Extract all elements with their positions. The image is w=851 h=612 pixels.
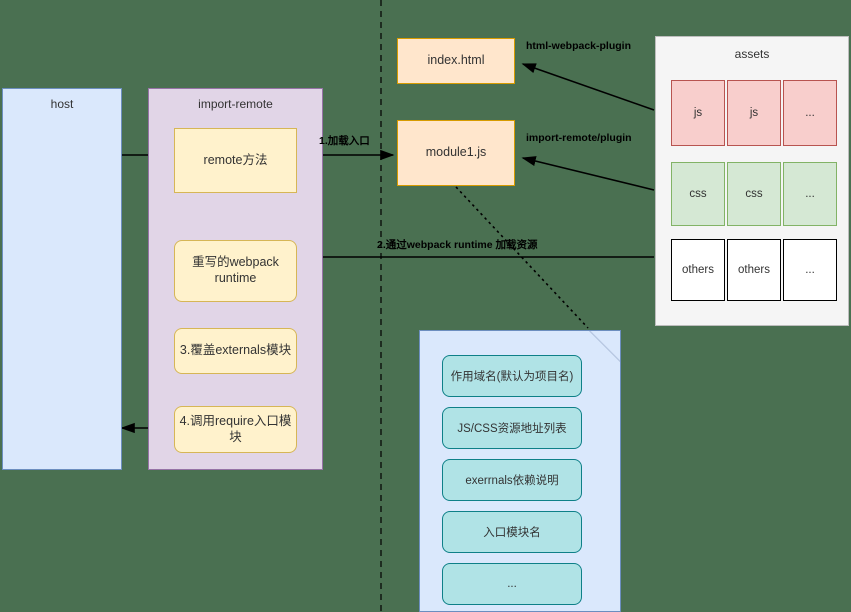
asset-tile-label: js xyxy=(693,107,703,119)
asset-tile-label: css xyxy=(689,188,707,200)
asset-tile-js-more[interactable]: ... xyxy=(783,80,837,146)
edge-assets-to-module1 xyxy=(521,156,655,191)
edge-label-import-remote-plugin: import-remote/plugin xyxy=(526,132,632,144)
node-call-require-label-line1: 4.调用require入口模 xyxy=(179,413,292,428)
node-runtime-label-line2: runtime xyxy=(214,271,257,285)
asset-tile-css-more[interactable]: ... xyxy=(783,162,837,226)
manifest-item-externals[interactable]: exerrnals依赖说明 xyxy=(442,459,582,501)
asset-tile-label: js xyxy=(749,107,759,119)
asset-tile-label: ... xyxy=(805,264,815,276)
manifest-item-label: JS/CSS资源地址列表 xyxy=(457,423,567,435)
asset-tile-css-1[interactable]: css xyxy=(671,162,725,226)
asset-tile-others-more[interactable]: ... xyxy=(783,239,837,301)
manifest-item-label: exerrnals依赖说明 xyxy=(465,475,559,487)
node-call-require-label-line2: 块 xyxy=(229,429,242,444)
edge-label-html-webpack-plugin: html-webpack-plugin xyxy=(526,40,631,52)
node-override-externals-label: 3.覆盖externals模块 xyxy=(179,343,292,358)
asset-tile-others-1[interactable]: others xyxy=(671,239,725,301)
asset-tile-label: others xyxy=(682,264,714,276)
node-remote-method[interactable]: remote方法 xyxy=(174,128,297,193)
diagram-canvas: host import-remote assets remote方法 重写的we… xyxy=(0,0,851,612)
node-override-externals[interactable]: 3.覆盖externals模块 xyxy=(174,328,297,374)
asset-tile-label: ... xyxy=(805,107,815,119)
edge-label-load-resources: 2.通过webpack runtime 加载资源 xyxy=(377,239,538,251)
manifest-document[interactable]: 作用域名(默认为项目名) JS/CSS资源地址列表 exerrnals依赖说明 … xyxy=(419,330,621,612)
asset-tile-label: ... xyxy=(805,188,815,200)
asset-tile-js-2[interactable]: js xyxy=(727,80,781,146)
manifest-item-asset-urls[interactable]: JS/CSS资源地址列表 xyxy=(442,407,582,449)
node-remote-method-label: remote方法 xyxy=(203,152,268,167)
node-module1-js[interactable]: module1.js xyxy=(397,120,515,186)
manifest-item-label: ... xyxy=(507,578,517,590)
edge-label-load-entry: 1.加载入口 xyxy=(319,135,370,147)
node-rewritten-webpack-runtime[interactable]: 重写的webpack runtime xyxy=(174,240,297,302)
host-label: host xyxy=(50,97,74,111)
asset-tile-js-1[interactable]: js xyxy=(671,80,725,146)
node-call-require-entry[interactable]: 4.调用require入口模 块 xyxy=(174,406,297,453)
manifest-item-more[interactable]: ... xyxy=(442,563,582,605)
document-fold-highlight xyxy=(589,330,621,362)
edge-module1-to-manifest xyxy=(455,186,589,329)
node-module1-js-label: module1.js xyxy=(425,145,487,160)
node-index-html[interactable]: index.html xyxy=(397,38,515,84)
edge-assets-to-index xyxy=(521,63,655,111)
manifest-item-label: 入口模块名 xyxy=(483,527,541,539)
asset-tile-others-2[interactable]: others xyxy=(727,239,781,301)
asset-tile-css-2[interactable]: css xyxy=(727,162,781,226)
node-runtime-label-line1: 重写的webpack xyxy=(192,255,279,270)
manifest-item-scope-name[interactable]: 作用域名(默认为项目名) xyxy=(442,355,582,397)
assets-label: assets xyxy=(734,47,770,61)
asset-tile-label: others xyxy=(738,264,770,276)
asset-tile-label: css xyxy=(745,188,763,200)
manifest-item-entry-module[interactable]: 入口模块名 xyxy=(442,511,582,553)
host-container[interactable]: host xyxy=(2,88,122,470)
manifest-item-label: 作用域名(默认为项目名) xyxy=(450,371,574,383)
import-remote-label: import-remote xyxy=(198,97,273,111)
node-index-html-label: index.html xyxy=(427,53,485,68)
